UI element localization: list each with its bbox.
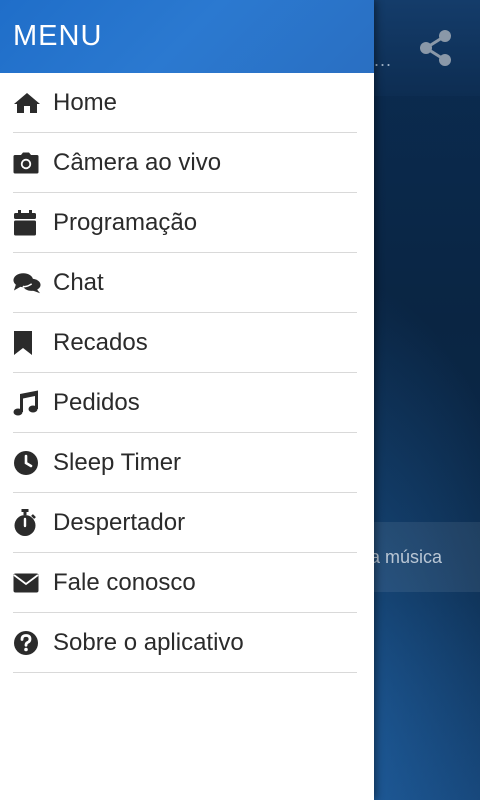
camera-icon: [13, 149, 41, 177]
menu-item-label: Câmera ao vivo: [53, 148, 222, 176]
menu-item-label: Pedidos: [53, 388, 140, 416]
menu-item-label: Programação: [53, 208, 198, 236]
menu-item-chat[interactable]: Chat: [13, 253, 357, 313]
menu-item-programacao[interactable]: Programação: [13, 193, 357, 253]
bookmark-icon: [13, 329, 41, 357]
menu-item-despertador[interactable]: Despertador: [13, 493, 357, 553]
menu-item-label: Despertador: [53, 508, 186, 536]
menu-item-label: Home: [53, 88, 118, 116]
clock-icon: [13, 449, 41, 477]
menu-item-home[interactable]: Home: [13, 73, 357, 133]
share-icon: [419, 29, 453, 67]
menu-item-label: Chat: [53, 268, 104, 296]
menu-item-label: Sleep Timer: [53, 448, 182, 476]
menu-item-sobre[interactable]: Sobre o aplicativo: [13, 613, 357, 673]
question-circle-icon: [13, 629, 41, 657]
background-banner[interactable]: a música: [370, 522, 480, 592]
menu-item-pedidos[interactable]: Pedidos: [13, 373, 357, 433]
share-button[interactable]: [416, 26, 456, 70]
menu-list: Home Câmera ao vivo Programação Chat Rec…: [0, 73, 374, 673]
menu-item-label: Recados: [53, 328, 148, 356]
menu-item-sleep-timer[interactable]: Sleep Timer: [13, 433, 357, 493]
menu-item-label: Sobre o aplicativo: [53, 628, 244, 656]
background-banner-text: a música: [370, 546, 443, 567]
calendar-icon: [13, 209, 41, 237]
home-icon: [13, 89, 41, 117]
music-icon: [13, 389, 41, 417]
envelope-icon: [13, 569, 41, 597]
stopwatch-icon: [13, 508, 41, 537]
drawer-title: MENU: [13, 20, 103, 52]
menu-item-fale-conosco[interactable]: Fale conosco: [13, 553, 357, 613]
navigation-drawer: MENU Home Câmera ao vivo Programação Cha…: [0, 0, 374, 800]
more-dots: ...: [374, 50, 393, 70]
menu-item-camera[interactable]: Câmera ao vivo: [13, 133, 357, 193]
menu-item-label: Fale conosco: [53, 568, 196, 596]
comments-icon: [13, 269, 41, 297]
menu-item-recados[interactable]: Recados: [13, 313, 357, 373]
drawer-header: MENU: [0, 0, 374, 73]
